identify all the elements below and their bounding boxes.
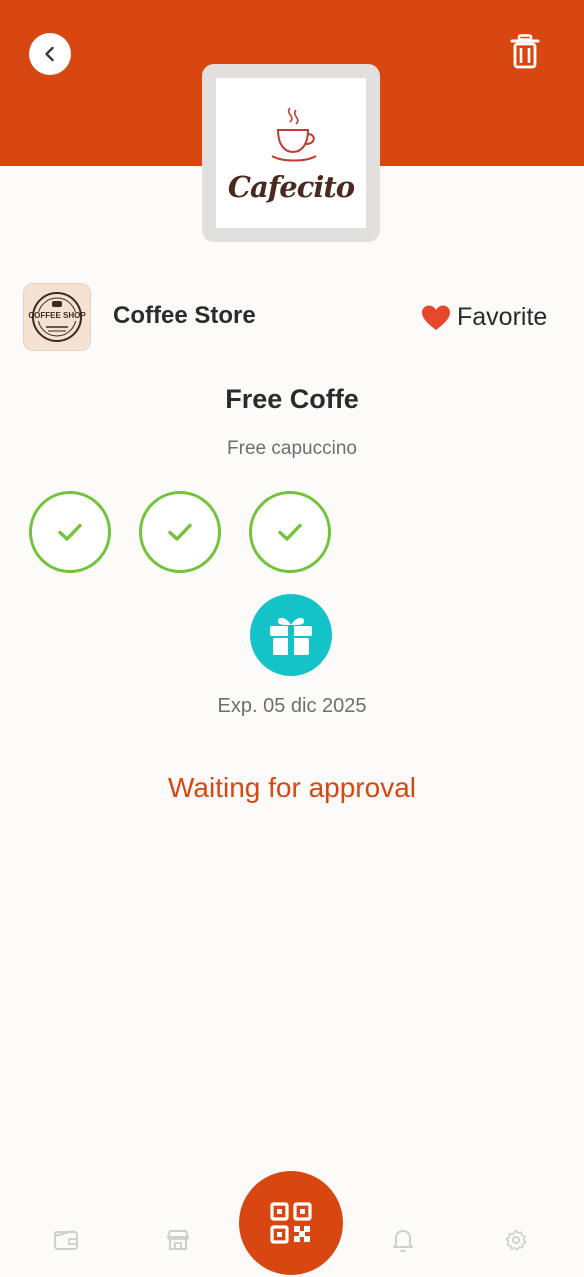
nav-settings[interactable] (502, 1226, 530, 1254)
bell-icon (393, 1230, 413, 1253)
favorite-button[interactable]: Favorite (421, 303, 547, 332)
store-avatar[interactable]: COFFEE SHOP (23, 283, 91, 351)
stamp-2 (139, 491, 221, 573)
trash-icon (510, 34, 540, 69)
qr-code-icon (270, 1202, 312, 1244)
approval-status: Waiting for approval (168, 772, 416, 803)
store-icon (167, 1230, 189, 1250)
promotion-description: Free capuccino (227, 438, 357, 459)
store-logo-text: Cafecito (227, 170, 355, 204)
scan-qr-button[interactable] (239, 1171, 343, 1275)
nav-wallet[interactable] (52, 1226, 80, 1254)
wallet-icon (54, 1230, 78, 1250)
reward-button[interactable] (250, 594, 332, 676)
delete-button[interactable] (510, 34, 540, 70)
promotion-title: Free Coffe (225, 384, 359, 414)
store-avatar-text: COFFEE SHOP (28, 311, 86, 320)
store-row: COFFEE SHOP Coffee Store Favorite (23, 283, 563, 353)
check-icon (168, 523, 192, 541)
store-logo: Cafecito (216, 78, 366, 228)
chevron-left-icon (45, 46, 54, 62)
heart-icon (422, 305, 450, 330)
gear-icon (505, 1229, 527, 1251)
stamp-1 (29, 491, 111, 573)
check-icon (278, 523, 302, 541)
nav-notifications[interactable] (389, 1226, 417, 1254)
store-name: Coffee Store (113, 302, 256, 329)
favorite-label: Favorite (457, 303, 548, 331)
stamp-3 (249, 491, 331, 573)
expiry-date: Exp. 05 dic 2025 (217, 695, 367, 717)
store-logo-card: Cafecito (202, 64, 380, 242)
coffee-cup-icon (271, 107, 317, 162)
gift-icon (270, 617, 312, 655)
back-button[interactable] (29, 33, 71, 75)
nav-stores[interactable] (164, 1226, 192, 1254)
check-icon (58, 523, 82, 541)
